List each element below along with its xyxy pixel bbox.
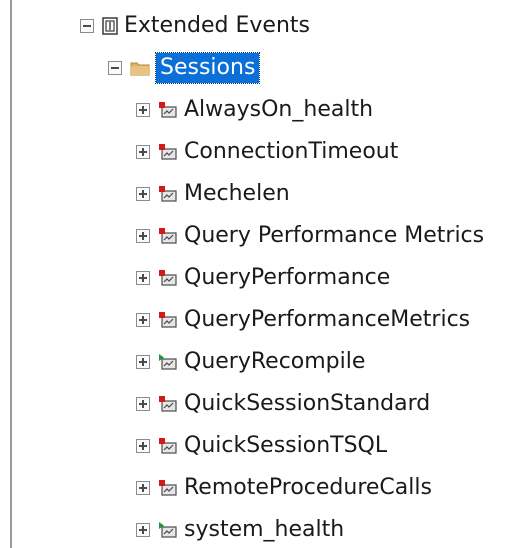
session-stopped-icon (159, 228, 177, 244)
folder-icon (130, 62, 150, 76)
expand-icon[interactable] (136, 145, 150, 159)
session-label: RemoteProcedureCalls (184, 475, 432, 500)
object-explorer-tree: Extended Events Sessions AlwaysOn_health… (0, 0, 519, 548)
session-label: ConnectionTimeout (184, 139, 399, 164)
session-label: QueryPerformanceMetrics (184, 307, 471, 332)
tree-node-session[interactable]: AlwaysOn_health (136, 91, 373, 129)
expand-icon[interactable] (136, 103, 150, 117)
tree-node-session[interactable]: ConnectionTimeout (136, 133, 398, 171)
tree-node-session[interactable]: QuickSessionTSQL (136, 427, 387, 465)
session-running-icon (159, 354, 177, 370)
session-label: AlwaysOn_health (184, 97, 374, 122)
tree-node-extended-events[interactable]: Extended Events (80, 7, 310, 45)
tree-node-session[interactable]: system_health (136, 511, 344, 548)
session-label: QuickSessionStandard (184, 391, 431, 416)
session-stopped-icon (159, 480, 177, 496)
tree-node-session[interactable]: Query Performance Metrics (136, 217, 484, 255)
session-stopped-icon (159, 438, 177, 454)
session-stopped-icon (159, 396, 177, 412)
expand-icon[interactable] (136, 271, 150, 285)
tree-node-session[interactable]: Mechelen (136, 175, 290, 213)
tree-node-label: Extended Events (124, 13, 310, 38)
session-stopped-icon (159, 186, 177, 202)
session-label: QueryRecompile (184, 349, 366, 374)
expand-icon[interactable] (136, 313, 150, 327)
expand-icon[interactable] (136, 397, 150, 411)
expand-icon[interactable] (136, 439, 150, 453)
session-stopped-icon (159, 102, 177, 118)
tree-node-label-selected: Sessions (154, 52, 261, 84)
collapse-icon[interactable] (108, 61, 122, 75)
session-label: QueryPerformance (184, 265, 391, 290)
tree-node-session[interactable]: QueryPerformance (136, 259, 390, 297)
session-stopped-icon (159, 312, 177, 328)
session-label: Mechelen (184, 181, 290, 206)
expand-icon[interactable] (136, 481, 150, 495)
expand-icon[interactable] (136, 229, 150, 243)
expand-icon[interactable] (136, 523, 150, 537)
tree-node-session[interactable]: QueryRecompile (136, 343, 365, 381)
session-running-icon (159, 522, 177, 538)
session-stopped-icon (159, 144, 177, 160)
tree-node-session[interactable]: RemoteProcedureCalls (136, 469, 432, 507)
session-label: system_health (184, 517, 345, 542)
session-label: Query Performance Metrics (184, 223, 485, 248)
extended-events-icon (102, 17, 118, 35)
expand-icon[interactable] (136, 187, 150, 201)
session-stopped-icon (159, 270, 177, 286)
expand-icon[interactable] (136, 355, 150, 369)
tree-node-session[interactable]: QuickSessionStandard (136, 385, 430, 423)
tree-left-border (10, 0, 12, 548)
tree-node-session[interactable]: QueryPerformanceMetrics (136, 301, 470, 339)
session-label: QuickSessionTSQL (184, 433, 388, 458)
collapse-icon[interactable] (80, 19, 94, 33)
tree-node-sessions[interactable]: Sessions (108, 49, 261, 87)
